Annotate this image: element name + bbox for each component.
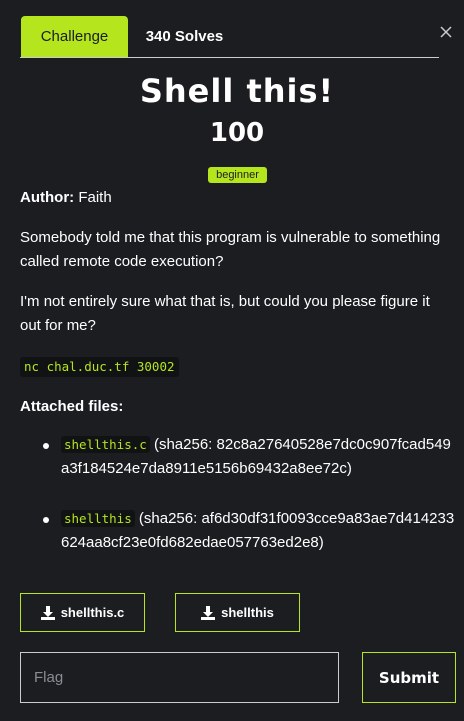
attached-files-label: Attached files: (20, 398, 124, 415)
author-label: Author: (20, 189, 75, 206)
challenge-points: 100 (209, 118, 265, 148)
close-icon[interactable] (438, 24, 454, 40)
description-paragraph: Somebody told me that this program is vu… (20, 229, 441, 270)
flag-input[interactable] (20, 652, 339, 703)
download-label: shellthis (221, 605, 274, 620)
download-icon (40, 605, 55, 620)
author-line: Author: Faith (20, 186, 452, 210)
description-paragraph: I'm not entirely sure what that is, but … (20, 293, 430, 334)
download-shellthis-button[interactable]: shellthis (175, 593, 300, 632)
connection-command: nc chal.duc.tf 30002 (20, 357, 179, 377)
file-name: shellthis.c (61, 436, 150, 453)
download-icon (201, 605, 216, 620)
bullet-icon (43, 443, 49, 449)
challenge-title: Shell this! (139, 72, 335, 110)
tab-challenge[interactable]: Challenge (21, 16, 128, 57)
file-name: shellthis (61, 510, 135, 527)
file-list-item: shellthis.c (sha256: 82c8a27640528e7dc0c… (43, 433, 456, 481)
difficulty-badge: beginner (208, 167, 267, 183)
bullet-icon (43, 517, 49, 523)
download-shellthis-c-button[interactable]: shellthis.c (20, 593, 145, 632)
author-name: Faith (78, 189, 112, 206)
tab-bar: Challenge 340 Solves (20, 16, 439, 58)
tab-solves[interactable]: 340 Solves (133, 16, 236, 57)
submit-button[interactable]: Submit (362, 652, 456, 703)
file-list-item: shellthis (sha256: af6d30df31f0093cce9a8… (43, 507, 456, 555)
download-label: shellthis.c (60, 605, 125, 620)
